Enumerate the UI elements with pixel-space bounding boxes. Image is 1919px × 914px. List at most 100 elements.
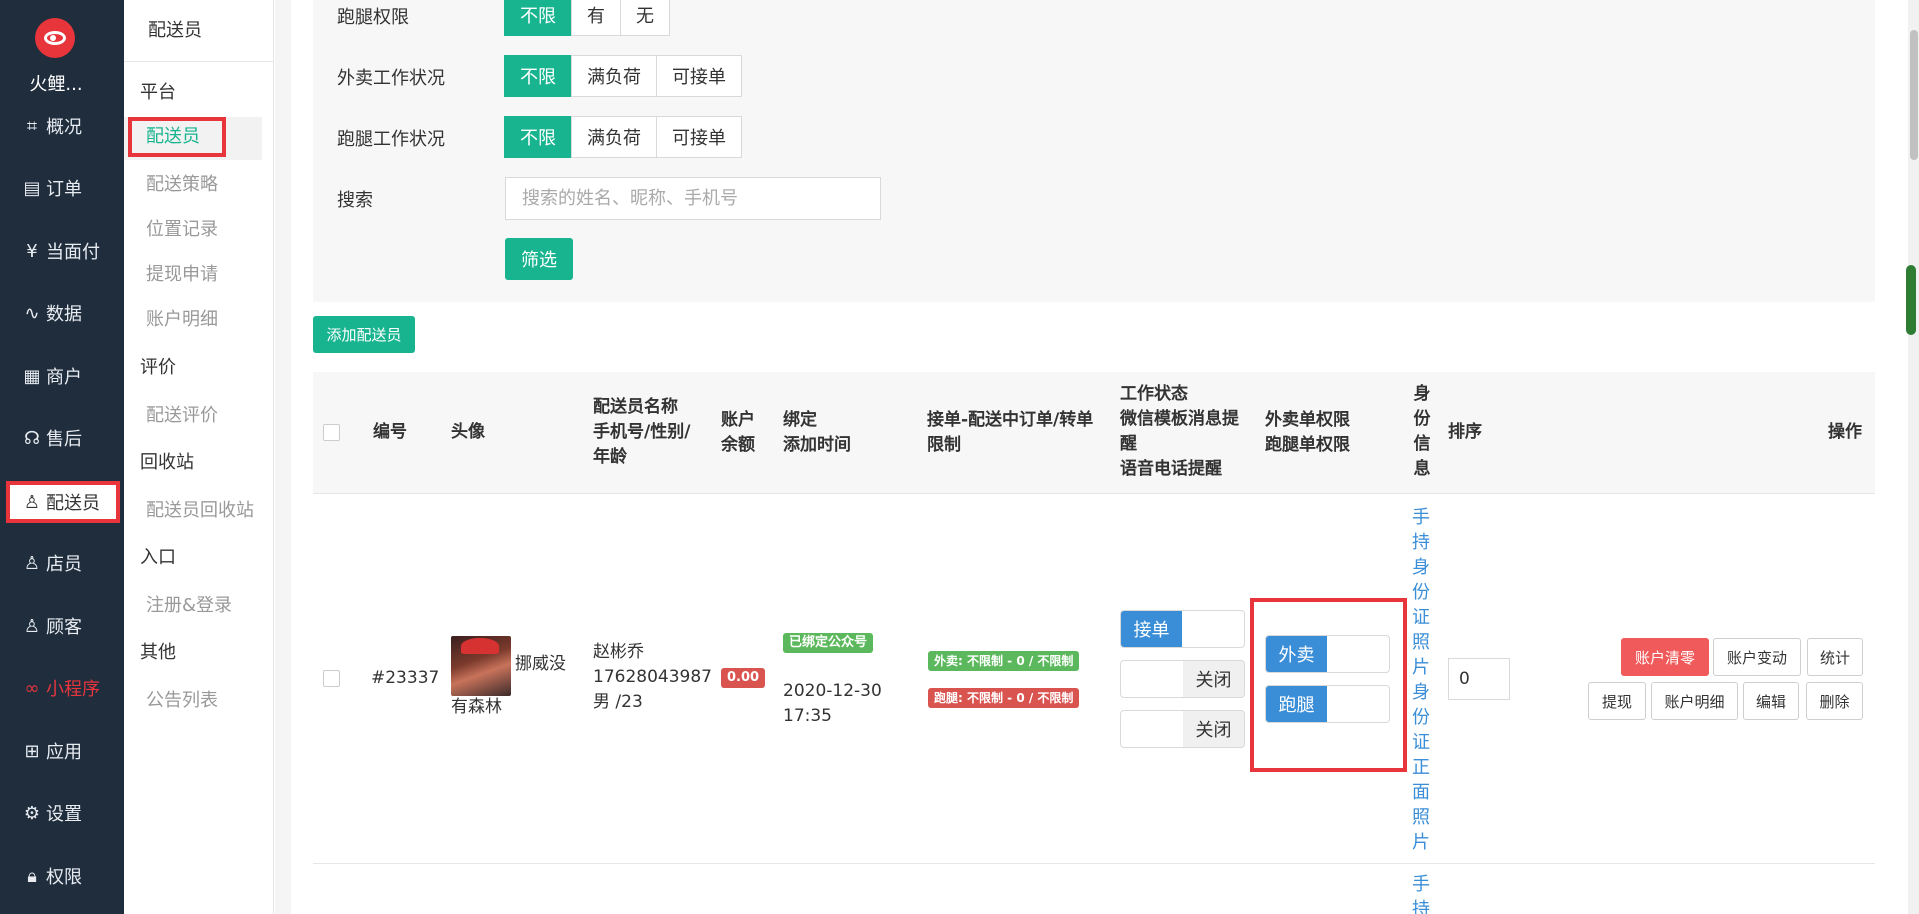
brand-logo[interactable]	[35, 18, 75, 58]
table-header: 编号 头像 配送员名称 手机号/性别/ 年龄 账户 余额 绑定 添加时间 接单-…	[313, 372, 1875, 494]
service-icon: ☊	[24, 427, 40, 449]
col-id: 编号	[373, 422, 407, 442]
clear-account-button[interactable]: 账户清零	[1621, 638, 1709, 676]
nav-item-customers[interactable]: ♙ 顾客	[0, 606, 124, 646]
nav-item-data[interactable]: ∿ 数据	[0, 293, 124, 333]
limit-paotui-badge: 跑腿: 不限制 - 0 / 不限制	[928, 688, 1080, 708]
subnav-link-notice[interactable]: 公告列表	[146, 686, 218, 712]
select-all-checkbox[interactable]	[323, 424, 340, 441]
content-gutter	[275, 0, 291, 914]
filter-option[interactable]: 有	[571, 0, 621, 36]
scrollbar-thumb[interactable]	[1910, 30, 1918, 160]
scroll-handle[interactable]	[1906, 265, 1916, 335]
filter-option[interactable]: 满负荷	[571, 55, 657, 97]
nav-item-aftersale[interactable]: ☊ 售后	[0, 418, 124, 458]
account-change-button[interactable]: 账户变动	[1713, 638, 1801, 676]
order-icon: ▤	[23, 177, 41, 199]
courier-nickname-line1: 挪威没	[515, 654, 566, 674]
gear-icon: ⚙	[23, 802, 41, 824]
wechat-notify-toggle[interactable]: 关闭	[1120, 660, 1245, 698]
table-row: #23337 挪威没 有森林 赵彬乔 17628043987 男 /23 0.0…	[313, 494, 1875, 864]
limit-waimai-badge: 外卖: 不限制 - 0 / 不限制	[928, 651, 1080, 671]
nav-item-overview[interactable]: ⌗ 概况	[0, 106, 124, 146]
subnav-title: 配送员	[124, 0, 274, 62]
stats-button[interactable]: 统计	[1807, 638, 1863, 676]
lock-icon: 🔒︎	[27, 865, 37, 887]
subnav-link-review[interactable]: 配送评价	[146, 401, 218, 427]
logo-mark-icon	[44, 31, 66, 45]
sort-input[interactable]	[1448, 658, 1510, 700]
col-name: 配送员名称 手机号/性别/ 年龄	[593, 397, 691, 467]
store-icon: ▦	[23, 365, 41, 387]
subnav-link-location[interactable]: 位置记录	[146, 215, 218, 241]
filter-option[interactable]: 不限	[504, 55, 572, 97]
filter-panel: 跑腿权限 不限 有 无 外卖工作状况 不限 满负荷 可接单 跑腿工作状况 不限 …	[313, 0, 1875, 302]
nav-item-apps[interactable]: ⊞ 应用	[0, 731, 124, 771]
yen-icon: ¥	[26, 240, 38, 262]
col-limit: 接单-配送中订单/转单 限制	[927, 410, 1094, 455]
add-courier-button[interactable]: 添加配送员	[313, 316, 415, 353]
withdraw-button[interactable]: 提现	[1588, 682, 1646, 720]
filter-option[interactable]: 不限	[504, 116, 572, 158]
voice-notify-toggle[interactable]: 关闭	[1120, 710, 1245, 748]
subnav-link-withdraw[interactable]: 提现申请	[146, 260, 218, 286]
edit-button[interactable]: 编辑	[1743, 682, 1799, 720]
filter-submit-button[interactable]: 筛选	[505, 238, 573, 280]
app-name: 火鲤...	[29, 74, 83, 95]
col-balance: 账户 余额	[721, 410, 755, 455]
col-status: 工作状态 微信模板消息提 醒 语音电话提醒	[1120, 384, 1239, 479]
delete-button[interactable]: 删除	[1806, 682, 1863, 720]
user-icon: ♙	[23, 615, 41, 637]
nav-item-miniapp[interactable]: ∞ 小程序	[0, 668, 124, 708]
col-avatar: 头像	[451, 422, 485, 442]
filter-label-paotui-status: 跑腿工作状况	[337, 129, 445, 150]
main-sidebar: 火鲤... ⌗ 概况 ▤ 订单 ¥ 当面付 ∿ 数据 ▦ 商户 ☊ 售后 ♙ 配送员 ♙ 店员 …	[0, 0, 124, 914]
id-photo-link[interactable]: 手 持	[1409, 872, 1433, 914]
nav-item-settings[interactable]: ⚙ 设置	[0, 793, 124, 833]
col-ops: 操作	[1828, 422, 1862, 442]
subnav-link-strategy[interactable]: 配送策略	[146, 170, 218, 196]
search-input[interactable]	[505, 177, 881, 220]
nav-item-facepay[interactable]: ¥ 当面付	[0, 231, 124, 271]
filter-option[interactable]: 无	[620, 0, 670, 36]
filter-option[interactable]: 不限	[504, 0, 572, 36]
chart-icon: ∿	[24, 302, 40, 324]
nav-item-orders[interactable]: ▤ 订单	[0, 168, 124, 208]
account-detail-button[interactable]: 账户明细	[1651, 682, 1738, 720]
col-sort: 排序	[1448, 422, 1482, 442]
subnav-group-review: 评价	[140, 357, 176, 378]
bind-status-badge: 已绑定公众号	[783, 633, 874, 653]
subnav-link-account[interactable]: 账户明细	[146, 305, 218, 331]
courier-name: 赵彬乔 17628043987 男 /23	[593, 642, 712, 712]
user-icon: ♙	[23, 552, 41, 574]
subnav-link-recycle[interactable]: 配送员回收站	[146, 496, 254, 522]
balance-badge: 0.00	[721, 668, 766, 688]
col-perm: 外卖单权限 跑腿单权限	[1265, 410, 1350, 455]
subnav-group-other: 其他	[140, 642, 176, 663]
filter-label-paotui-perm: 跑腿权限	[337, 7, 409, 28]
work-status-toggle[interactable]: 接单	[1120, 610, 1245, 648]
col-idinfo: 身 份 信 息	[1413, 384, 1431, 479]
subnav-link-register[interactable]: 注册&登录	[146, 591, 232, 617]
filter-option[interactable]: 可接单	[656, 116, 742, 158]
nav-item-merchants[interactable]: ▦ 商户	[0, 356, 124, 396]
filter-waimai-status-group: 不限 满负荷 可接单	[504, 55, 742, 97]
row-checkbox[interactable]	[323, 670, 340, 687]
apps-icon: ⊞	[24, 740, 40, 762]
nav-item-permissions[interactable]: 🔒︎ 权限	[0, 856, 124, 896]
subnav-group-entry: 入口	[140, 547, 176, 568]
id-photo-link[interactable]: 手 持 身 份 证 照 片 身 份 证 正 面 照 片	[1409, 505, 1433, 855]
filter-option[interactable]: 满负荷	[571, 116, 657, 158]
subnav-link-couriers[interactable]: 配送员	[128, 117, 226, 157]
waimai-permission-toggle[interactable]: 外卖	[1265, 635, 1390, 673]
nav-item-staff[interactable]: ♙ 店员	[0, 543, 124, 583]
secondary-sidebar: 配送员 平台 配送员 配送策略 位置记录 提现申请 账户明细 评价 配送评价 回…	[124, 0, 274, 914]
nav-item-couriers[interactable]: ♙ 配送员	[6, 481, 120, 523]
subnav-group-platform: 平台	[140, 82, 176, 103]
filter-option[interactable]: 可接单	[656, 55, 742, 97]
add-time: 2020-12-30 17:35	[783, 681, 882, 726]
paotui-permission-toggle[interactable]: 跑腿	[1265, 685, 1390, 723]
filter-paotui-perm-group: 不限 有 无	[504, 0, 670, 36]
courier-nickname-line2: 有森林	[451, 697, 502, 717]
dashboard-icon: ⌗	[26, 115, 38, 137]
